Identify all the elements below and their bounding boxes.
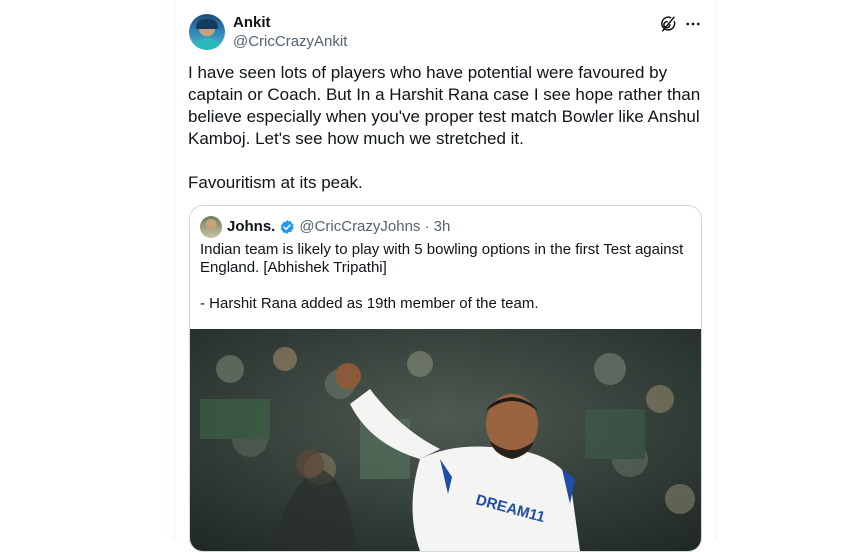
quoted-timestamp[interactable]: · 3h bbox=[424, 218, 450, 235]
author-handle[interactable]: @CricCrazyAnkit bbox=[233, 33, 347, 50]
quoted-tweet[interactable]: Johns. @CricCrazyJohns · 3h Indian team … bbox=[189, 205, 702, 552]
tweet-text: I have seen lots of players who have pot… bbox=[188, 63, 701, 192]
more-icon[interactable] bbox=[683, 14, 703, 34]
tweet-card[interactable]: Ankit @CricCrazyAnkit I have seen lots o… bbox=[175, 0, 716, 552]
right-margin bbox=[716, 0, 864, 540]
quoted-photo[interactable]: DREAM11 bbox=[190, 329, 701, 551]
quoted-avatar[interactable] bbox=[200, 216, 222, 238]
avatar-cap bbox=[196, 19, 218, 29]
quoted-author-name[interactable]: Johns. bbox=[227, 218, 275, 235]
author-name[interactable]: Ankit bbox=[233, 14, 271, 31]
avatar[interactable] bbox=[189, 14, 225, 50]
left-margin bbox=[0, 0, 175, 540]
avatar-body bbox=[193, 38, 221, 50]
quoted-text: Indian team is likely to play with 5 bow… bbox=[200, 241, 684, 312]
quoted-author-handle[interactable]: @CricCrazyJohns bbox=[299, 218, 420, 235]
grok-icon[interactable] bbox=[658, 14, 678, 34]
quoted-header: Johns. @CricCrazyJohns · 3h bbox=[227, 218, 450, 235]
verified-badge-icon bbox=[279, 219, 295, 235]
